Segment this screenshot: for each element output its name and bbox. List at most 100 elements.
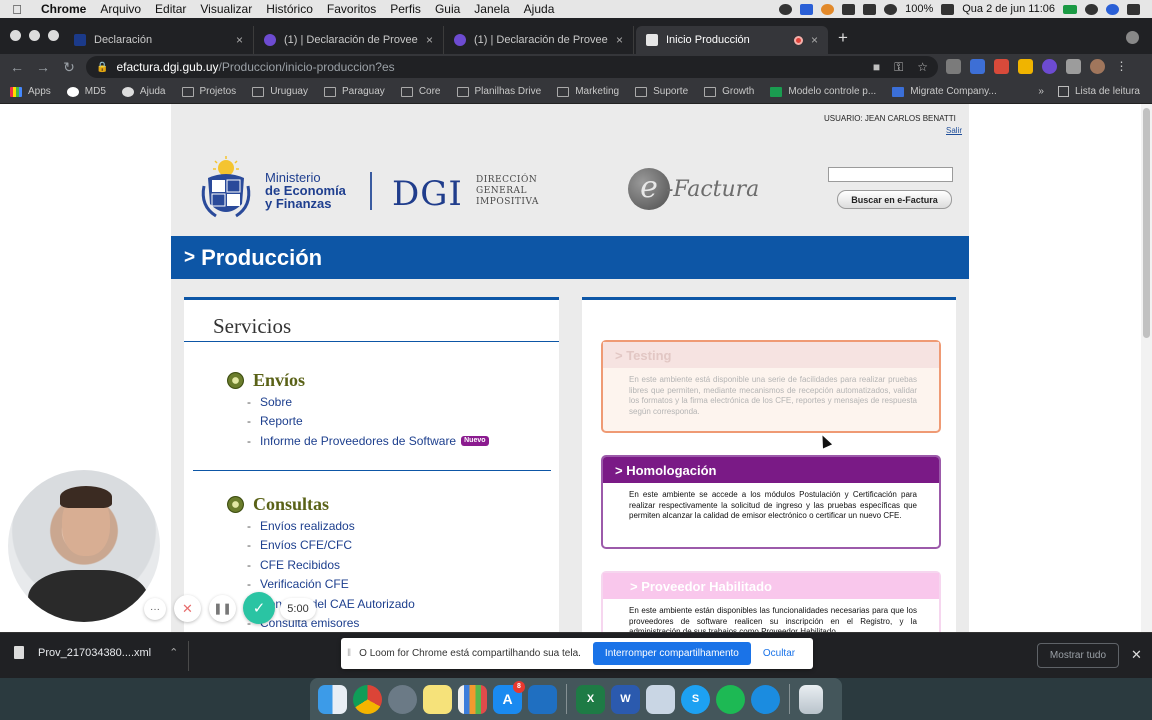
minimize-window-button[interactable]	[29, 30, 40, 41]
word-icon[interactable]: W	[611, 684, 640, 714]
extension-blue-icon[interactable]	[970, 59, 985, 74]
extension-drive-icon[interactable]	[1018, 59, 1033, 74]
siri-icon[interactable]	[1106, 3, 1119, 15]
bookmark-folder-paraguay[interactable]: Paraguay	[324, 86, 385, 97]
wifi-icon[interactable]	[884, 3, 898, 15]
reading-list-button[interactable]: Lista de leitura	[1075, 86, 1140, 97]
menu-favoritos[interactable]: Favoritos	[320, 2, 383, 16]
link-text[interactable]: Envíos realizados	[260, 519, 355, 533]
loom-icon[interactable]	[821, 3, 835, 15]
more-bookmarks-chevron-icon[interactable]: »	[1038, 86, 1044, 97]
menu-arquivo[interactable]: Arquivo	[93, 2, 148, 16]
download-item[interactable]: Prov_217034380....xml ⌃	[14, 646, 178, 659]
menu-janela[interactable]: Janela	[467, 2, 516, 16]
apple-menu-icon[interactable]: 	[0, 2, 34, 17]
testing-card-title[interactable]: > Testing	[603, 342, 939, 368]
lock-icon[interactable]: 🔒	[96, 62, 108, 73]
proveedor-habilitado-card-title[interactable]: > Proveedor Habilitado	[603, 573, 939, 599]
profile-avatar-icon[interactable]	[1090, 59, 1105, 74]
control-center-icon[interactable]	[1127, 3, 1140, 15]
link-informe-proveedores[interactable]: - Informe de Proveedores de Software Nuevo	[247, 431, 489, 451]
link-text[interactable]: Envíos CFE/CFC	[260, 538, 352, 552]
homologacion-card-title[interactable]: > Homologación	[603, 457, 939, 483]
link-cfe-recibidos[interactable]: - CFE Recibidos	[247, 555, 415, 575]
tab-declaracion-proveedor-1[interactable]: (1) | Declaración de Proveedor ×	[254, 26, 444, 54]
new-tab-icon[interactable]: +	[838, 28, 848, 48]
tab-declaracion-proveedor-2[interactable]: (1) | Declaración de Proveedor ×	[444, 26, 634, 54]
menu-historico[interactable]: Histórico	[259, 2, 320, 16]
loom-pause-button[interactable]: ❚❚	[209, 595, 236, 622]
notes-icon[interactable]	[423, 684, 452, 714]
link-text[interactable]: Sobre	[260, 395, 292, 409]
bookmark-folder-uruguay[interactable]: Uruguay	[252, 86, 308, 97]
forward-icon[interactable]: →	[30, 59, 56, 75]
bookmark-folder-core[interactable]: Core	[400, 86, 441, 97]
preview-icon[interactable]	[646, 684, 675, 714]
drag-handle-icon[interactable]: ‖	[347, 648, 351, 659]
bookmark-folder-suporte[interactable]: Suporte	[635, 86, 688, 97]
bookmark-modelo-controle[interactable]: Modelo controle p...	[770, 86, 876, 97]
bookmark-migrate-company[interactable]: Migrate Company...	[892, 86, 997, 97]
bookmark-folder-growth[interactable]: Growth	[704, 86, 754, 97]
spotify-icon[interactable]	[716, 684, 745, 714]
bookmark-ajuda[interactable]: Ajuda	[121, 86, 166, 97]
link-text[interactable]: Informe de Proveedores de Software	[260, 434, 456, 448]
numbers-chart-icon[interactable]	[458, 684, 487, 714]
chrome-icon[interactable]	[353, 684, 382, 714]
link-text[interactable]: CFE Recibidos	[260, 558, 340, 572]
link-sobre[interactable]: - Sobre	[247, 392, 489, 412]
tab-close-icon[interactable]: ×	[616, 33, 623, 47]
link-text[interactable]: Reporte	[260, 414, 303, 428]
close-window-button[interactable]	[10, 30, 21, 41]
tab-close-icon[interactable]: ×	[426, 33, 433, 47]
loom-cancel-button[interactable]: ✕	[174, 595, 201, 622]
bookmark-folder-marketing[interactable]: Marketing	[557, 86, 619, 97]
reload-icon[interactable]: ↻	[56, 59, 82, 76]
extensions-puzzle-icon[interactable]	[1066, 59, 1081, 74]
extension-grid-icon[interactable]	[994, 59, 1009, 74]
back-icon[interactable]: ←	[4, 59, 30, 75]
chevron-up-icon[interactable]: ⌃	[169, 646, 178, 659]
homologacion-card[interactable]: > Homologación En este ambiente se acced…	[601, 455, 941, 549]
link-envios-cfe-cfc[interactable]: - Envíos CFE/CFC	[247, 536, 415, 556]
stop-sharing-button[interactable]: Interromper compartilhamento	[592, 642, 751, 665]
search-input[interactable]	[828, 167, 953, 182]
extension-loom-icon[interactable]	[1042, 59, 1057, 74]
screen-share-icon[interactable]	[800, 3, 814, 15]
camera-icon[interactable]	[842, 3, 856, 15]
show-all-downloads-button[interactable]: Mostrar tudo	[1037, 643, 1119, 668]
tab-close-icon[interactable]: ×	[811, 33, 818, 47]
tab-inicio-produccion[interactable]: Inicio Producción ×	[636, 26, 828, 54]
microphone-icon[interactable]	[779, 3, 793, 15]
zoom-window-button[interactable]	[48, 30, 59, 41]
menu-editar[interactable]: Editar	[148, 2, 193, 16]
launchpad-rocket-icon[interactable]	[388, 684, 417, 714]
menu-perfis[interactable]: Perfis	[383, 2, 428, 16]
trash-icon[interactable]	[799, 684, 823, 714]
finder-icon[interactable]	[318, 684, 347, 714]
shield-icon[interactable]	[863, 3, 877, 15]
menu-ajuda[interactable]: Ajuda	[517, 2, 562, 16]
logout-link[interactable]: Salir	[946, 126, 962, 135]
bookmark-apps[interactable]: Apps	[10, 86, 51, 97]
bookmark-folder-planilhas[interactable]: Planilhas Drive	[456, 86, 541, 97]
teamviewer-icon[interactable]	[751, 684, 780, 714]
clock[interactable]: Qua 2 de jun 11:06	[962, 3, 1055, 15]
testing-card[interactable]: > Testing En este ambiente está disponib…	[601, 340, 941, 433]
tab-search-icon[interactable]	[1126, 31, 1139, 44]
page-scrollbar[interactable]	[1141, 104, 1152, 632]
bookmark-star-icon[interactable]: ☆	[917, 60, 928, 75]
extension-skype-icon[interactable]	[946, 59, 961, 74]
excel-icon[interactable]: X	[576, 684, 605, 714]
chrome-menu-icon[interactable]: ⋮	[1114, 59, 1129, 74]
loom-finish-button[interactable]: ✓	[243, 592, 275, 624]
close-downloads-icon[interactable]: ✕	[1131, 647, 1142, 663]
spotlight-search-icon[interactable]	[1085, 3, 1098, 15]
input-source-flag-icon[interactable]	[1063, 4, 1077, 14]
search-button[interactable]: Buscar en e-Factura	[837, 190, 952, 209]
link-text[interactable]: Verificación CFE	[260, 577, 349, 591]
camera-in-use-icon[interactable]: ■	[873, 60, 880, 75]
proveedor-habilitado-card[interactable]: > Proveedor Habilitado En este ambiente …	[601, 571, 941, 632]
link-reporte[interactable]: - Reporte	[247, 412, 489, 432]
address-bar[interactable]: 🔒 efactura.dgi.gub.uy /Produccion/inicio…	[86, 56, 938, 78]
